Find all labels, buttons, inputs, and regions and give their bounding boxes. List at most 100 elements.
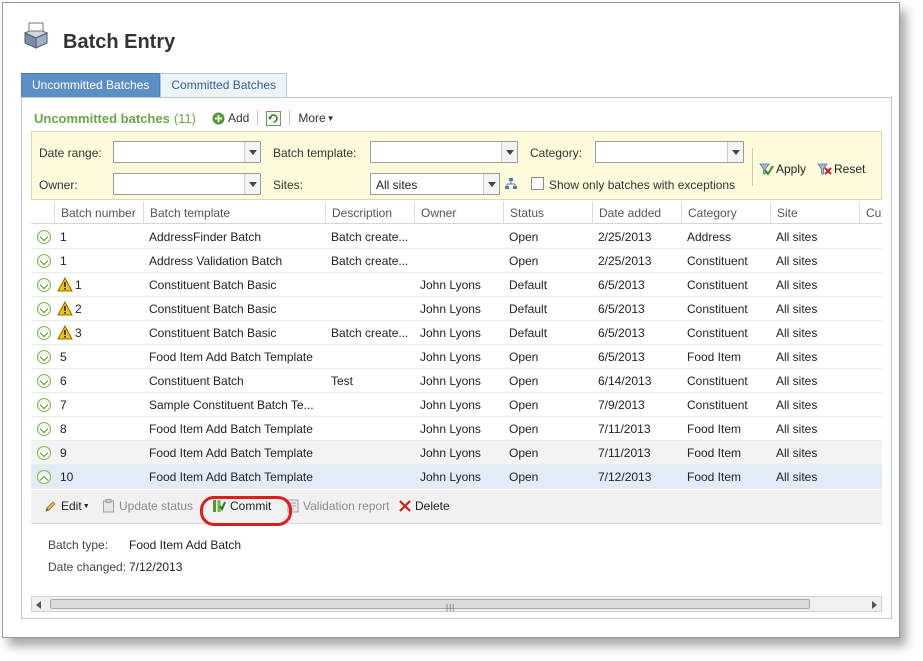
- table-row[interactable]: 6 Constituent Batch Test John Lyons Open 6/14…: [31, 369, 882, 393]
- site-hierarchy-icon[interactable]: [504, 177, 518, 191]
- expand-row-icon[interactable]: [37, 326, 51, 340]
- table-row[interactable]: 1 Address Validation Batch Batch create...…: [31, 249, 882, 273]
- refresh-icon: [266, 110, 282, 126]
- cell-template: Food Item Add Batch Template: [149, 422, 313, 436]
- row-action-bar: Edit ▼ Update status Commit Validation r…: [31, 490, 882, 524]
- refresh-button[interactable]: [266, 110, 282, 126]
- exceptions-checkbox[interactable]: [531, 177, 544, 190]
- cell-description: Batch create...: [331, 254, 409, 268]
- table-row[interactable]: 3 Constituent Batch Basic Batch create... J…: [31, 321, 882, 345]
- tab-committed-batches[interactable]: Committed Batches: [160, 73, 288, 97]
- scrollbar-thumb[interactable]: |||: [50, 599, 810, 612]
- cell-template: Constituent Batch: [149, 374, 244, 388]
- chevron-down-icon: [244, 174, 260, 194]
- expand-row-icon[interactable]: [37, 374, 51, 388]
- column-header-owner[interactable]: Owner: [414, 202, 503, 224]
- cell-number: 8: [60, 422, 67, 436]
- column-header-description[interactable]: Description: [325, 202, 414, 224]
- table-row[interactable]: 7 Sample Constituent Batch Te... John Lyon…: [31, 393, 882, 417]
- expand-row-icon[interactable]: [37, 278, 51, 292]
- batch-template-select[interactable]: [370, 141, 518, 163]
- chevron-down-icon: ▼: [82, 502, 90, 510]
- column-header-batch-number[interactable]: Batch number: [54, 202, 143, 224]
- cell-owner: John Lyons: [420, 302, 481, 316]
- apply-filter-icon: [759, 163, 774, 176]
- horizontal-scrollbar[interactable]: |||: [31, 596, 882, 612]
- column-header-site[interactable]: Site: [770, 202, 859, 224]
- cell-site: All sites: [776, 446, 818, 460]
- warning-icon: [57, 325, 73, 340]
- expand-row-icon[interactable]: [37, 398, 51, 412]
- edit-menu-button[interactable]: Edit ▼: [44, 499, 90, 513]
- expand-row-icon[interactable]: [37, 350, 51, 364]
- tab-uncommitted-batches[interactable]: Uncommitted Batches: [21, 73, 161, 97]
- column-header-cu[interactable]: Cu: [859, 202, 882, 224]
- cell-category: Constituent: [687, 278, 748, 292]
- owner-select[interactable]: [113, 173, 261, 195]
- scroll-left-arrow-icon[interactable]: [36, 601, 41, 609]
- cell-template: Constituent Batch Basic: [149, 278, 277, 292]
- cell-description: [325, 441, 414, 465]
- cell-status: Default: [509, 326, 548, 340]
- cell-owner: [414, 249, 503, 273]
- cell-category: Constituent: [687, 302, 748, 316]
- uncommitted-batches-panel: Uncommitted batches (11) Add More ▼ Date…: [21, 97, 892, 619]
- sites-label: Sites:: [273, 178, 304, 192]
- add-button[interactable]: Add: [212, 111, 249, 125]
- expand-row-icon[interactable]: [37, 302, 51, 316]
- cell-category: Food Item: [687, 350, 742, 364]
- table-row[interactable]: 8 Food Item Add Batch Template John Lyons O…: [31, 417, 882, 441]
- sites-select[interactable]: All sites: [370, 173, 500, 195]
- more-menu-button[interactable]: More ▼: [298, 111, 334, 125]
- expand-row-icon[interactable]: [37, 446, 51, 460]
- table-row[interactable]: 9 Food Item Add Batch Template John Lyons O…: [31, 441, 882, 465]
- batch-template-label: Batch template:: [273, 146, 357, 160]
- date-range-label: Date range:: [39, 146, 102, 160]
- table-row[interactable]: 5 Food Item Add Batch Template John Lyons O…: [31, 345, 882, 369]
- cell-category: Constituent: [687, 398, 748, 412]
- table-row[interactable]: 10 Food Item Add Batch Template John Lyons…: [31, 465, 882, 489]
- category-label: Category:: [530, 146, 583, 160]
- reset-button[interactable]: Reset: [817, 162, 865, 176]
- expand-row-icon[interactable]: [37, 230, 51, 244]
- column-header-batch-template[interactable]: Batch template: [143, 202, 325, 224]
- table-row[interactable]: 1 Constituent Batch Basic John Lyons Defaul…: [31, 273, 882, 297]
- cell-owner: John Lyons: [420, 422, 481, 436]
- cell-date: 6/5/2013: [598, 278, 645, 292]
- column-header-status[interactable]: Status: [503, 202, 592, 224]
- cell-site: All sites: [776, 326, 818, 340]
- column-header-category[interactable]: Category: [681, 202, 770, 224]
- cell-template: Constituent Batch Basic: [149, 326, 277, 340]
- panel-title: Uncommitted batches: [34, 110, 170, 126]
- date-range-select[interactable]: [113, 141, 261, 163]
- cell-site: All sites: [776, 398, 818, 412]
- cell-date: 7/11/2013: [598, 446, 651, 460]
- apply-button[interactable]: Apply: [759, 162, 806, 176]
- cell-date: 6/5/2013: [598, 326, 645, 340]
- cell-description: [325, 345, 414, 369]
- cell-site: All sites: [776, 470, 818, 484]
- exceptions-label: Show only batches with exceptions: [549, 178, 736, 192]
- category-select[interactable]: [595, 141, 744, 163]
- cell-date: 6/5/2013: [598, 350, 645, 364]
- warning-icon: [57, 277, 73, 292]
- scroll-right-arrow-icon[interactable]: [872, 601, 877, 609]
- cell-template: Address Validation Batch: [149, 254, 283, 268]
- delete-x-icon: [399, 500, 411, 512]
- chevron-down-icon: [501, 142, 517, 162]
- batch-tabs: Uncommitted Batches Committed Batches: [21, 73, 288, 97]
- delete-button[interactable]: Delete: [399, 499, 450, 513]
- table-row[interactable]: 2 Constituent Batch Basic John Lyons Defaul…: [31, 297, 882, 321]
- collapse-row-icon[interactable]: [37, 470, 51, 484]
- cell-category: Constituent: [687, 254, 748, 268]
- validation-report-button[interactable]: Validation report: [287, 499, 390, 513]
- table-row[interactable]: 1 AddressFinder Batch Batch create... Open 2…: [31, 225, 882, 249]
- cell-description: [325, 417, 414, 441]
- column-header-date-added[interactable]: Date added: [592, 202, 681, 224]
- update-status-button[interactable]: Update status: [102, 499, 194, 513]
- more-label: More: [298, 111, 326, 125]
- cell-owner: John Lyons: [420, 398, 481, 412]
- expand-row-icon[interactable]: [37, 254, 51, 268]
- expand-row-icon[interactable]: [37, 422, 51, 436]
- cell-owner: [414, 225, 503, 249]
